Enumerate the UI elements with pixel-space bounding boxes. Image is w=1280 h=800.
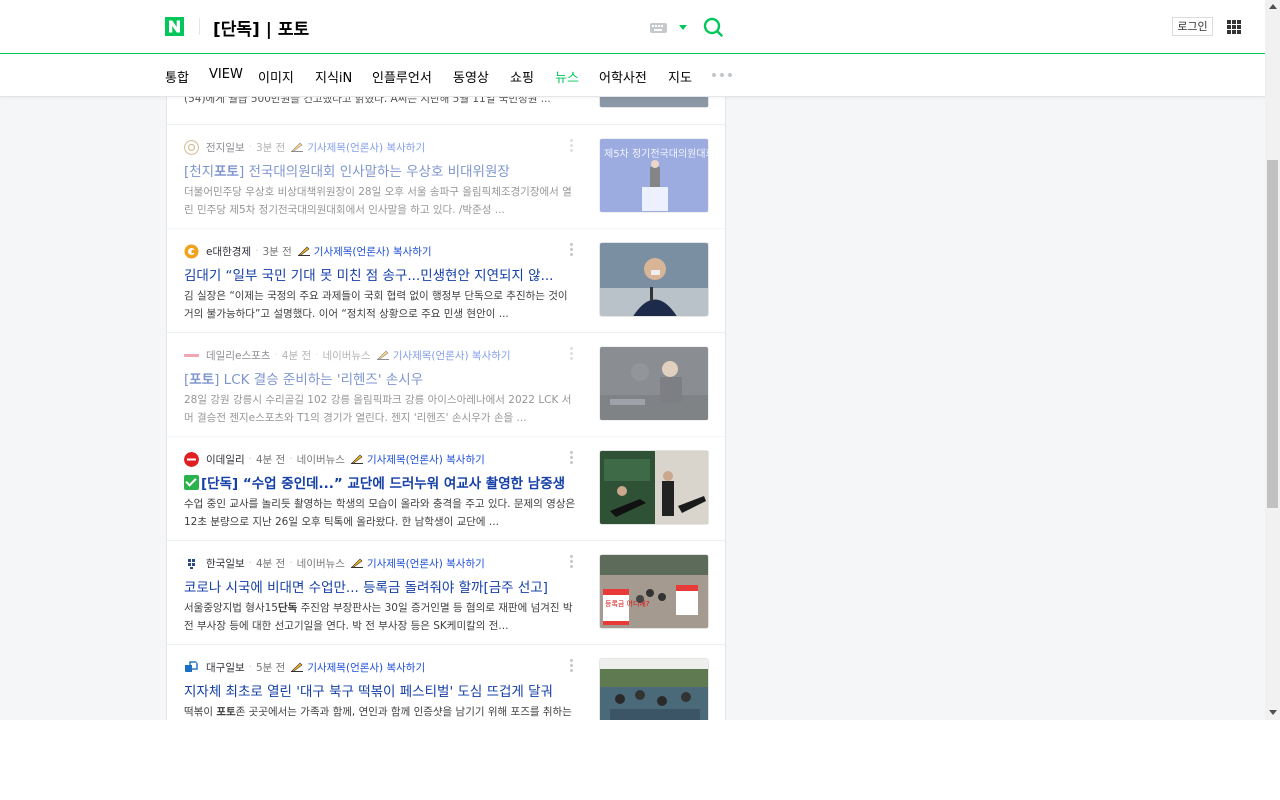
article-meta: 데일리e스포츠 · 4분 전 · 네이버뉴스 기사제목(언론사) 복사하기 bbox=[184, 347, 511, 363]
press-logo-icon bbox=[184, 139, 199, 155]
autocomplete-toggle-icon[interactable] bbox=[679, 25, 687, 30]
copy-title-button[interactable]: 기사제목(언론사) 복사하기 bbox=[297, 244, 432, 259]
news-item: 이데일리 · 4분 전 · 네이버뉴스 기사제목(언론사) 복사하기 [단독] … bbox=[167, 437, 725, 541]
press-name[interactable]: e대한경제 bbox=[206, 244, 251, 259]
press-logo-icon bbox=[185, 660, 198, 672]
pencil-copy-icon bbox=[350, 558, 363, 568]
article-snippet: 떡볶이 포토존 곳곳에서는 가족과 함께, 연인과 함께 인증샷을 남기기 위해… bbox=[184, 706, 572, 718]
article-thumbnail[interactable] bbox=[599, 242, 709, 317]
tab-news[interactable]: 뉴스 bbox=[555, 67, 579, 86]
copy-title-button[interactable]: 기사제목(언론사) 복사하기 bbox=[350, 556, 485, 571]
pencil-copy-icon bbox=[291, 142, 304, 152]
press-logo-icon bbox=[184, 353, 199, 357]
article-snippet: 서울중앙지법 형사15단독 주진암 부장판사는 30일 증거인멸 등 혐의로 재… bbox=[184, 602, 573, 632]
pencil-copy-icon bbox=[297, 246, 310, 256]
tab-integrated[interactable]: 통합 bbox=[165, 67, 189, 86]
article-snippet: 더불어민주당 우상호 비상대책위원장이 28일 오후 서울 송파구 올림픽체조경… bbox=[184, 186, 572, 216]
copy-title-button[interactable]: 기사제목(언론사) 복사하기 bbox=[291, 140, 425, 155]
article-meta: 전지일보 · 3분 전 기사제목(언론사) 복사하기 bbox=[184, 139, 425, 155]
search-icon[interactable] bbox=[703, 17, 723, 37]
article-thumbnail[interactable] bbox=[599, 450, 709, 525]
news-item: 전지일보 · 3분 전 기사제목(언론사) 복사하기 [천지포토] 전국대의원대… bbox=[167, 125, 725, 229]
scroll-up-arrow-icon[interactable] bbox=[1269, 4, 1277, 9]
article-snippet: 28일 강원 강릉시 수리골길 102 강릉 올림픽파크 강릉 아이스아레나에서… bbox=[184, 394, 572, 424]
news-item: 한국일보 · 4분 전 · 네이버뉴스 기사제목(언론사) 복사하기 코로나 시… bbox=[167, 541, 725, 645]
article-thumbnail[interactable] bbox=[599, 346, 709, 421]
news-item: e대한경제 · 3분 전 기사제목(언론사) 복사하기 김대기 “일부 국민 기… bbox=[167, 229, 725, 333]
keyboard-icon[interactable] bbox=[650, 23, 667, 33]
tab-influencer[interactable]: 인플루언서 bbox=[372, 67, 432, 86]
article-snippet: 수업 중인 교사를 놀리듯 촬영하는 학생의 모습이 올라와 충격을 주고 있다… bbox=[184, 498, 576, 528]
more-options-icon[interactable] bbox=[570, 555, 574, 568]
article-thumbnail[interactable] bbox=[599, 658, 709, 720]
article-meta: e대한경제 · 3분 전 기사제목(언론사) 복사하기 bbox=[184, 243, 432, 259]
blank-area bbox=[0, 720, 1280, 800]
login-button[interactable]: 로그인 bbox=[1172, 17, 1213, 36]
thumb-banner-text: 제5차 정기전국대의원대회 bbox=[604, 148, 709, 160]
press-name[interactable]: 전지일보 bbox=[206, 140, 245, 155]
scroll-down-arrow-icon[interactable] bbox=[1269, 710, 1277, 715]
apps-grid-icon[interactable] bbox=[1227, 20, 1241, 34]
browser-viewport: [단독] | 포토 로그인 통합 VIEW 이미지 지식iN 인플루언서 동영상… bbox=[0, 0, 1280, 720]
more-options-icon[interactable] bbox=[570, 451, 574, 464]
search-input[interactable]: [단독] | 포토 bbox=[213, 15, 309, 40]
page-scrollbar[interactable] bbox=[1265, 0, 1280, 720]
naver-logo[interactable] bbox=[165, 17, 184, 36]
more-options-icon[interactable] bbox=[570, 243, 574, 256]
search-tabs: 통합 VIEW 이미지 지식iN 인플루언서 동영상 쇼핑 뉴스 어학사전 지도 bbox=[0, 54, 1265, 97]
article-snippet: 김 실장은 “이제는 국정의 주요 과제들이 국회 협력 없이 행정부 단독으로… bbox=[184, 290, 568, 320]
tab-video[interactable]: 동영상 bbox=[453, 67, 489, 86]
article-meta: 이데일리 · 4분 전 · 네이버뉴스 기사제목(언론사) 복사하기 bbox=[184, 451, 485, 467]
news-item: 데일리e스포츠 · 4분 전 · 네이버뉴스 기사제목(언론사) 복사하기 [포… bbox=[167, 333, 725, 437]
article-meta: 대구일보 · 5분 전 기사제목(언론사) 복사하기 bbox=[184, 659, 425, 675]
copy-title-button[interactable]: 기사제목(언론사) 복사하기 bbox=[350, 452, 485, 467]
pencil-copy-icon bbox=[376, 350, 389, 360]
article-title[interactable]: [단독] “수업 중인데...” 교단에 드러누워 여교사 촬영한 남중생 bbox=[184, 472, 579, 492]
header-divider bbox=[199, 18, 200, 35]
more-options-icon[interactable] bbox=[570, 347, 574, 360]
article-title[interactable]: 코로나 시국에 비대면 수업만... 등록금 돌려줘야 할까[금주 선고] bbox=[184, 576, 579, 596]
article-time: 4분 전 bbox=[255, 557, 286, 570]
scrollbar-thumb[interactable] bbox=[1267, 160, 1278, 508]
article-thumbnail[interactable]: 등록금 어디에? bbox=[599, 554, 709, 629]
tab-image[interactable]: 이미지 bbox=[258, 67, 294, 86]
more-tabs-icon[interactable] bbox=[712, 73, 732, 77]
press-name[interactable]: 대구일보 bbox=[206, 660, 245, 675]
naver-news-link[interactable]: 네이버뉴스 bbox=[322, 348, 370, 363]
article-time: 4분 전 bbox=[281, 349, 312, 362]
article-time: 3분 전 bbox=[255, 141, 286, 154]
press-logo-icon bbox=[188, 558, 195, 569]
article-title[interactable]: 지자체 최초로 열린 '대구 북구 떡볶이 페스티벌' 도심 뜨겁게 달궈 bbox=[184, 680, 579, 700]
more-options-icon[interactable] bbox=[570, 659, 574, 672]
naver-news-link[interactable]: 네이버뉴스 bbox=[297, 556, 345, 571]
tab-view[interactable]: VIEW bbox=[209, 67, 243, 82]
article-thumbnail[interactable]: 제5차 정기전국대의원대회 bbox=[599, 138, 709, 213]
pencil-copy-icon bbox=[350, 454, 363, 464]
tab-knowledge-in[interactable]: 지식iN bbox=[315, 67, 352, 86]
article-title[interactable]: [천지포토] 전국대의원대회 인사말하는 우상호 비대위원장 bbox=[184, 160, 579, 180]
press-name[interactable]: 한국일보 bbox=[206, 556, 245, 571]
check-icon bbox=[184, 475, 199, 490]
article-time: 3분 전 bbox=[262, 245, 292, 258]
copy-title-button[interactable]: 기사제목(언론사) 복사하기 bbox=[291, 660, 425, 675]
search-header: [단독] | 포토 로그인 bbox=[0, 0, 1265, 54]
news-item: 대구일보 · 5분 전 기사제목(언론사) 복사하기 지자체 최초로 열린 '대… bbox=[167, 645, 725, 720]
copy-title-button[interactable]: 기사제목(언론사) 복사하기 bbox=[376, 348, 511, 363]
article-time: 5분 전 bbox=[255, 661, 286, 674]
tab-dictionary[interactable]: 어학사전 bbox=[599, 67, 647, 86]
news-results-list: (54)에게 월급 500만원을 건고했다고 밝혔다. A씨는 지난해 5월 1… bbox=[166, 34, 726, 720]
tab-map[interactable]: 지도 bbox=[668, 67, 692, 86]
more-options-icon[interactable] bbox=[570, 139, 574, 152]
article-meta: 한국일보 · 4분 전 · 네이버뉴스 기사제목(언론사) 복사하기 bbox=[184, 555, 485, 571]
article-title[interactable]: 김대기 “일부 국민 기대 못 미친 점 송구...민생현안 지연되지 않... bbox=[184, 264, 579, 284]
article-title[interactable]: [포토] LCK 결승 준비하는 '리헨즈' 손시우 bbox=[184, 368, 579, 388]
article-time: 4분 전 bbox=[255, 453, 286, 466]
press-logo-icon bbox=[184, 244, 199, 258]
press-name[interactable]: 데일리e스포츠 bbox=[206, 348, 270, 363]
press-logo-icon bbox=[184, 451, 199, 467]
tab-shopping[interactable]: 쇼핑 bbox=[510, 67, 534, 86]
pencil-copy-icon bbox=[291, 662, 304, 672]
press-name[interactable]: 이데일리 bbox=[206, 452, 245, 467]
naver-news-link[interactable]: 네이버뉴스 bbox=[297, 452, 345, 467]
